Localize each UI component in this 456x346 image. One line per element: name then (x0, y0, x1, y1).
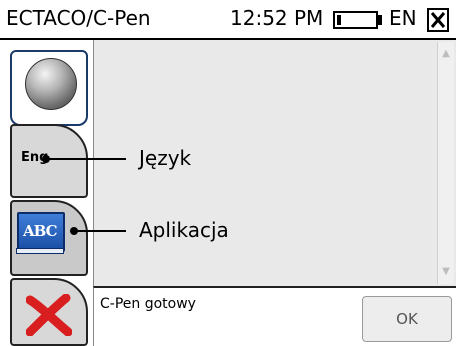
application-callout: Aplikacja (139, 218, 229, 242)
status-area: C-Pen gotowy OK (93, 286, 456, 346)
sphere-icon (25, 58, 77, 110)
close-icon (430, 12, 446, 28)
scroll-down-arrow-icon[interactable]: ▼ (440, 266, 452, 278)
exit-button[interactable] (10, 278, 88, 346)
status-text: C-Pen gotowy (100, 296, 196, 312)
application-button[interactable]: ABC (10, 200, 88, 276)
abc-book-icon: ABC (17, 212, 65, 252)
clock[interactable]: 12:52 PM (230, 6, 323, 30)
ok-label: OK (396, 310, 418, 328)
app-title: ECTACO/C-Pen (6, 6, 151, 30)
abc-label: ABC (23, 222, 58, 240)
left-toolbar: Eng ABC (0, 40, 93, 346)
red-x-icon (26, 294, 72, 336)
scroll-up-arrow-icon[interactable]: ▲ (440, 48, 452, 60)
book-pages (16, 248, 64, 254)
main-menu-button[interactable] (10, 50, 88, 126)
battery-level (337, 15, 341, 25)
title-bar: ECTACO/C-Pen 12:52 PM EN (0, 0, 456, 40)
ok-button[interactable]: OK (362, 296, 452, 342)
close-button[interactable] (427, 8, 449, 32)
battery-icon[interactable] (333, 11, 378, 29)
input-language[interactable]: EN (389, 6, 417, 30)
language-callout: Język (139, 146, 192, 170)
battery-tip (377, 15, 382, 25)
vertical-scrollbar[interactable]: ▲ ▼ (437, 42, 454, 284)
language-callout-line (48, 158, 126, 160)
application-callout-line (76, 230, 126, 232)
